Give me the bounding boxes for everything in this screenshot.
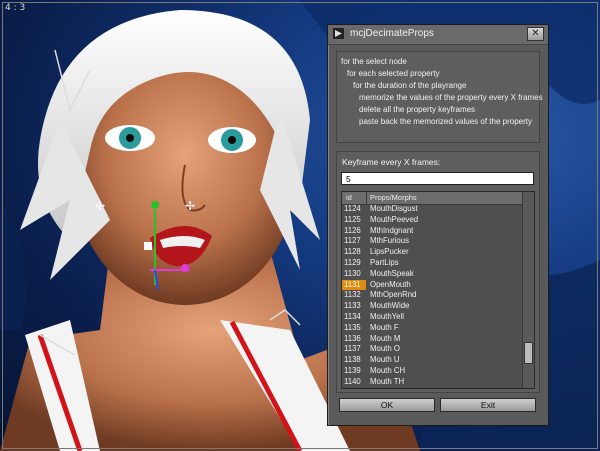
row-prop-name: MthIndgnant bbox=[370, 225, 414, 235]
table-row[interactable]: 1137 Mouth O bbox=[342, 344, 524, 355]
table-row[interactable]: 1138 Mouth U bbox=[342, 355, 524, 366]
svg-text:✢: ✢ bbox=[185, 199, 195, 213]
description-line: delete all the property keyframes bbox=[359, 105, 476, 114]
svg-text:✢: ✢ bbox=[95, 199, 105, 213]
scrollbar-thumb[interactable] bbox=[524, 342, 533, 364]
row-prop-name: Tongue I bbox=[370, 388, 400, 389]
app-icon bbox=[333, 28, 344, 39]
table-row[interactable]: 1132 MthOpenRnd bbox=[342, 290, 524, 301]
keyframe-interval-input[interactable]: 5 bbox=[341, 172, 534, 185]
row-prop-name: OpenMouth bbox=[370, 279, 411, 289]
column-header-props-morphs[interactable]: Props/Morphs bbox=[370, 193, 417, 202]
row-id: 1134 bbox=[344, 312, 361, 321]
exit-button[interactable]: Exit bbox=[440, 398, 536, 412]
table-row[interactable]: 1127 MthFurious bbox=[342, 236, 524, 247]
row-id: 1138 bbox=[344, 355, 361, 365]
decimate-props-dialog: mcjDecimateProps ✕ for the select node f… bbox=[327, 24, 549, 426]
row-prop-name: Mouth U bbox=[370, 355, 400, 365]
dialog-titlebar[interactable]: mcjDecimateProps ✕ bbox=[328, 25, 548, 45]
row-id: 1132 bbox=[344, 290, 361, 300]
table-row[interactable]: 1133 MouthWide bbox=[342, 301, 524, 312]
row-prop-name: Mouth TH bbox=[370, 376, 405, 386]
row-id: 1131 bbox=[342, 279, 366, 291]
row-prop-name: MouthSpeak bbox=[370, 268, 414, 278]
settings-panel: Keyframe every X frames: 5 id Props/Morp… bbox=[336, 151, 540, 393]
row-prop-name: MouthWide bbox=[370, 301, 410, 311]
row-id: 1124 bbox=[344, 204, 361, 213]
row-prop-name: Mouth O bbox=[370, 344, 400, 354]
viewport-aspect-label: 4 : 3 bbox=[5, 3, 26, 13]
props-morphs-table[interactable]: id Props/Morphs 1124 MouthDisgust 1125 Mout… bbox=[341, 191, 535, 389]
column-divider[interactable] bbox=[366, 192, 367, 204]
table-row[interactable]: 1134 MouthYell bbox=[342, 312, 524, 323]
description-line: for each selected property bbox=[347, 69, 440, 78]
close-button[interactable]: ✕ bbox=[527, 27, 544, 41]
row-prop-name: Mouth M bbox=[370, 333, 401, 343]
description-panel: for the select node for each selected pr… bbox=[336, 51, 543, 143]
description-line: paste back the memorized values of the p… bbox=[359, 117, 532, 126]
row-id: 1127 bbox=[344, 236, 361, 246]
ok-button[interactable]: OK bbox=[339, 398, 435, 412]
keyframe-interval-label: Keyframe every X frames: bbox=[342, 157, 441, 167]
table-row[interactable]: 1141 Tongue I bbox=[342, 388, 524, 389]
vertical-scrollbar[interactable] bbox=[522, 192, 534, 388]
table-row[interactable]: 1129 PartLips bbox=[342, 258, 524, 269]
row-id: 1137 bbox=[344, 344, 361, 354]
row-id: 1129 bbox=[344, 258, 361, 267]
row-id: 1135 bbox=[344, 322, 361, 332]
table-row[interactable]: 1126 MthIndgnant bbox=[342, 226, 524, 237]
table-row[interactable]: 1124 MouthDisgust bbox=[342, 204, 524, 215]
row-id: 1141 bbox=[344, 388, 366, 389]
table-row[interactable]: 1130 MouthSpeak bbox=[342, 269, 524, 280]
table-row[interactable]: 1131 OpenMouth bbox=[342, 279, 524, 291]
row-prop-name: MouthYell bbox=[370, 312, 404, 321]
row-id: 1136 bbox=[344, 333, 361, 343]
row-prop-name: MthFurious bbox=[370, 236, 409, 246]
table-row[interactable]: 1135 Mouth F bbox=[342, 323, 524, 334]
row-id: 1130 bbox=[344, 268, 361, 278]
row-id: 1128 bbox=[344, 247, 361, 257]
table-row[interactable]: 1136 Mouth M bbox=[342, 334, 524, 345]
table-row[interactable]: 1140 Mouth TH bbox=[342, 377, 524, 388]
dialog-title: mcjDecimateProps bbox=[350, 28, 434, 39]
table-row[interactable]: 1128 LipsPucker bbox=[342, 247, 524, 258]
row-id: 1133 bbox=[344, 301, 361, 311]
row-prop-name: MouthPeeved bbox=[370, 214, 419, 224]
row-prop-name: MthOpenRnd bbox=[370, 290, 417, 300]
row-id: 1140 bbox=[344, 376, 361, 386]
table-row[interactable]: 1125 MouthPeeved bbox=[342, 215, 524, 226]
row-id: 1126 bbox=[344, 225, 361, 235]
description-line: memorize the values of the property ever… bbox=[359, 93, 543, 102]
table-rows: 1124 MouthDisgust 1125 MouthPeeved 1126 MthIn… bbox=[342, 204, 524, 389]
row-prop-name: PartLips bbox=[370, 258, 399, 267]
row-prop-name: Mouth F bbox=[370, 322, 399, 332]
row-prop-name: Mouth CH bbox=[370, 366, 406, 375]
row-prop-name: MouthDisgust bbox=[370, 204, 418, 213]
row-id: 1139 bbox=[344, 366, 361, 375]
description-line: for the duration of the playrange bbox=[353, 81, 467, 90]
description-line: for the select node bbox=[341, 57, 407, 66]
column-header-id[interactable]: id bbox=[346, 193, 352, 202]
row-id: 1125 bbox=[344, 214, 361, 224]
row-prop-name: LipsPucker bbox=[370, 247, 409, 257]
table-row[interactable]: 1139 Mouth CH bbox=[342, 366, 524, 377]
